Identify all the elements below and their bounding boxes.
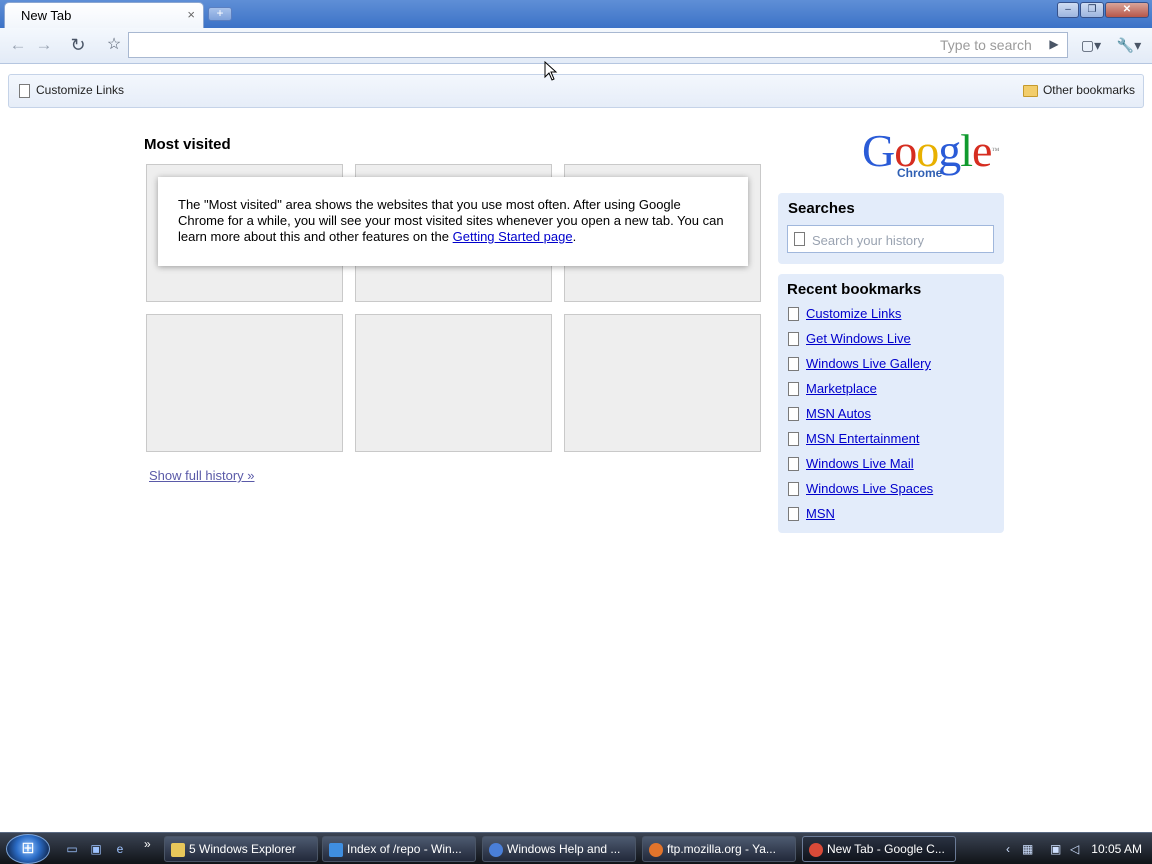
tab-new-tab[interactable]: New Tab × [4, 2, 204, 28]
other-bookmarks-button[interactable]: Other bookmarks [1022, 83, 1135, 97]
info-text-end: . [572, 229, 577, 244]
firefox-icon [649, 842, 663, 857]
internet-explorer-icon [329, 842, 343, 857]
recent-bookmark-item[interactable]: MSN Autos [788, 406, 871, 424]
recent-bookmark-link[interactable]: Windows Live Spaces [806, 481, 933, 496]
page-icon [788, 481, 799, 496]
help-icon [489, 842, 503, 857]
taskbar-windows-explorer[interactable]: 5 Windows Explorer [164, 836, 318, 862]
thumbnail-slot[interactable] [146, 314, 343, 452]
go-arrow-icon[interactable]: ▶ [1045, 35, 1063, 53]
bookmark-customize-links[interactable]: Customize Links [19, 83, 124, 98]
start-button[interactable]: ⊞ [6, 834, 50, 864]
page-icon [788, 406, 799, 421]
page-icon [788, 456, 799, 471]
page-icon [788, 431, 799, 446]
bookmark-label: Customize Links [36, 83, 125, 97]
thumbnail-slot[interactable] [355, 314, 552, 452]
task-label: New Tab - Google C... [827, 842, 945, 856]
recent-bookmark-item[interactable]: Windows Live Mail [788, 456, 914, 474]
bookmark-star-icon[interactable]: ☆ [102, 33, 126, 57]
clock[interactable]: 10:05 AM [1091, 842, 1142, 856]
recent-bookmarks-heading: Recent bookmarks [787, 281, 922, 298]
tray-expand-icon[interactable]: ‹ [1006, 842, 1010, 856]
most-visited-info-box: The "Most visited" area shows the websit… [158, 177, 748, 266]
recent-bookmark-link[interactable]: MSN [806, 506, 835, 521]
network-status-icon[interactable]: ▣ [1050, 842, 1061, 856]
recent-bookmark-link[interactable]: Customize Links [806, 306, 901, 321]
page-icon [788, 356, 799, 371]
recent-bookmark-link[interactable]: Windows Live Mail [806, 456, 914, 471]
chrome-icon [809, 842, 823, 857]
taskbar-ftp-mozilla[interactable]: ftp.mozilla.org - Ya... [642, 836, 796, 862]
info-text: The "Most visited" area shows the websit… [178, 197, 724, 244]
recent-bookmark-link[interactable]: MSN Entertainment [806, 431, 919, 446]
task-label: ftp.mozilla.org - Ya... [667, 842, 776, 856]
searches-heading: Searches [788, 200, 855, 217]
close-window-button[interactable]: ✕ [1105, 2, 1149, 18]
show-full-history-link[interactable]: Show full history » [149, 468, 255, 483]
recent-bookmark-item[interactable]: Customize Links [788, 306, 901, 324]
system-tray: ‹ ▦ ▣ ◁ 10:05 AM [1000, 836, 1152, 862]
maximize-button[interactable]: ❐ [1080, 2, 1104, 18]
task-label: Index of /repo - Win... [347, 842, 462, 856]
volume-muted-icon[interactable]: ◁ [1070, 842, 1079, 856]
mouse-cursor-icon [544, 61, 558, 81]
chrome-label: Chrome [897, 166, 943, 180]
tab-title: New Tab [21, 8, 72, 23]
searches-panel: Searches Search your history [778, 193, 1004, 264]
folder-icon [1022, 84, 1038, 97]
task-label: 5 Windows Explorer [189, 842, 296, 856]
show-desktop-icon[interactable]: ▭ [64, 842, 80, 856]
bookmark-bar: Customize Links Other bookmarks [8, 74, 1144, 108]
search-hint: Type to search [940, 37, 1032, 53]
taskbar-index-of-repo[interactable]: Index of /repo - Win... [322, 836, 476, 862]
recent-bookmark-link[interactable]: Windows Live Gallery [806, 356, 931, 371]
quick-launch-more-icon[interactable]: » [144, 837, 151, 851]
recent-bookmark-item[interactable]: MSN Entertainment [788, 431, 919, 449]
internet-explorer-icon[interactable]: e [112, 842, 128, 856]
other-bookmarks-label: Other bookmarks [1042, 83, 1135, 97]
back-arrow-icon[interactable]: ← [6, 33, 30, 57]
network-icon[interactable]: ▦ [1022, 842, 1033, 856]
page-menu-icon[interactable]: ▢▾ [1076, 33, 1106, 57]
page-icon [788, 381, 799, 396]
search-history-input[interactable]: Search your history [787, 225, 994, 253]
recent-bookmark-link[interactable]: Marketplace [806, 381, 877, 396]
google-chrome-logo: Google™ Chrome [862, 126, 1012, 184]
switch-windows-icon[interactable]: ▣ [88, 842, 104, 856]
minimize-button[interactable]: – [1057, 2, 1079, 18]
wrench-menu-icon[interactable]: 🔧▾ [1112, 33, 1146, 57]
recent-bookmarks-panel: Recent bookmarks Customize Links Get Win… [778, 274, 1004, 533]
recent-bookmark-item[interactable]: Get Windows Live [788, 331, 911, 349]
recent-bookmark-item[interactable]: MSN [788, 506, 835, 524]
most-visited-heading: Most visited [144, 136, 231, 153]
task-label: Windows Help and ... [507, 842, 621, 856]
recent-bookmark-link[interactable]: Get Windows Live [806, 331, 911, 346]
thumbnail-slot[interactable] [564, 314, 761, 452]
getting-started-link[interactable]: Getting Started page [453, 229, 573, 244]
recent-bookmark-item[interactable]: Marketplace [788, 381, 877, 399]
recent-bookmark-item[interactable]: Windows Live Gallery [788, 356, 931, 374]
page-icon [788, 331, 799, 346]
title-bar: New Tab × + – ❐ ✕ [0, 0, 1152, 28]
page-icon [788, 506, 799, 521]
reload-icon[interactable]: ↻ [66, 33, 90, 57]
page-icon [788, 306, 799, 321]
new-tab-button[interactable]: + [208, 7, 232, 21]
recent-bookmark-item[interactable]: Windows Live Spaces [788, 481, 933, 499]
tab-close-icon[interactable]: × [187, 7, 195, 22]
taskbar: ⊞ ▭ ▣ e » 5 Windows Explorer Index of /r… [0, 832, 1152, 864]
page-icon [794, 232, 805, 246]
omnibox-input[interactable] [128, 32, 1068, 58]
page-icon [19, 83, 30, 98]
taskbar-windows-help[interactable]: Windows Help and ... [482, 836, 636, 862]
taskbar-new-tab-chrome[interactable]: New Tab - Google C... [802, 836, 956, 862]
forward-arrow-icon[interactable]: → [32, 33, 56, 57]
recent-bookmark-link[interactable]: MSN Autos [806, 406, 871, 421]
search-history-placeholder: Search your history [812, 233, 924, 248]
folder-icon [171, 842, 185, 857]
